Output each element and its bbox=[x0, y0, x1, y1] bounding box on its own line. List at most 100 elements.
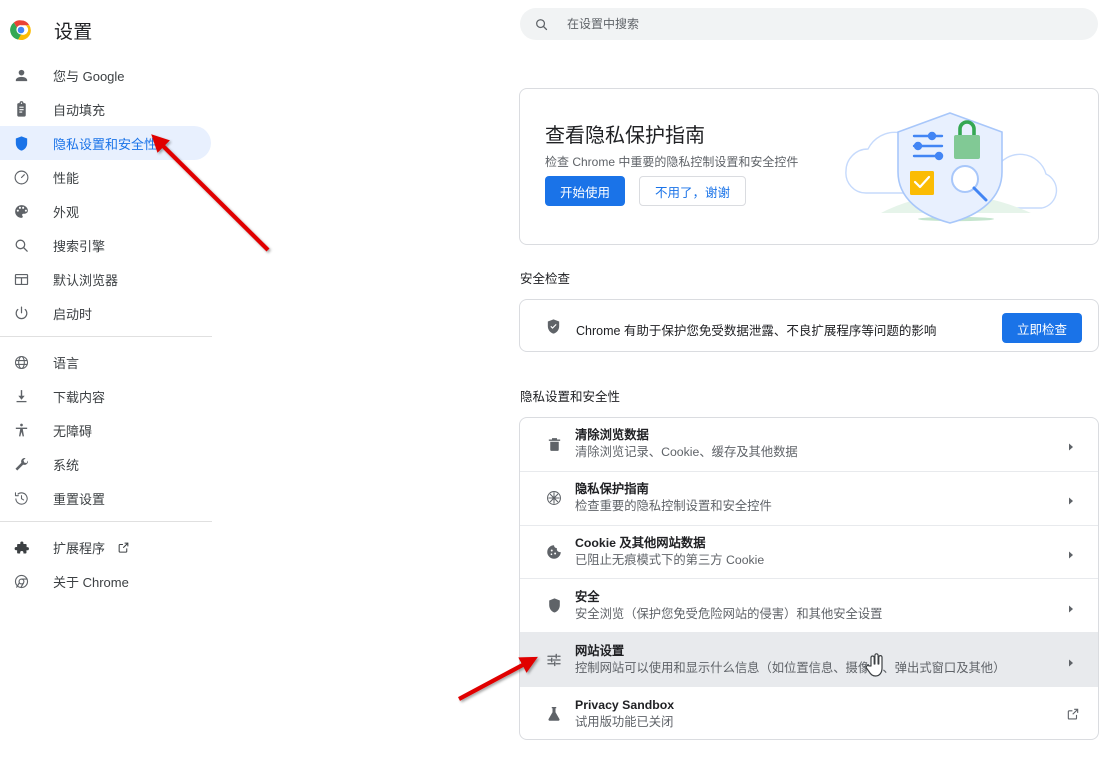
sidebar-item-you-and-google[interactable]: 您与 Google bbox=[0, 58, 520, 92]
external-link-icon[interactable] bbox=[1066, 707, 1080, 721]
privacy-row-subtitle: 试用版功能已关闭 bbox=[575, 714, 674, 729]
sidebar-item-extensions[interactable]: 扩展程序 bbox=[0, 530, 520, 564]
sidebar-item-label: 性能 bbox=[53, 170, 80, 186]
privacy-guide-icon bbox=[544, 488, 564, 508]
promo-description: 检查 Chrome 中重要的隐私控制设置和安全控件 bbox=[545, 155, 799, 169]
sidebar: 设置 您与 Google 自动填充 隐私设置和安全性 性能 外观 搜索引擎 默认… bbox=[0, 0, 520, 758]
app-header: 设置 bbox=[0, 8, 92, 52]
sidebar-item-label: 隐私设置和安全性 bbox=[53, 136, 158, 152]
sidebar-divider-2 bbox=[0, 521, 212, 522]
cookie-icon bbox=[544, 542, 564, 562]
sidebar-item-label: 搜索引擎 bbox=[53, 238, 106, 254]
safety-check-text: Chrome 有助于保护您免受数据泄露、不良扩展程序等问题的影响 bbox=[576, 324, 937, 338]
privacy-row-security[interactable]: 安全 安全浏览（保护您免受危险网站的侵害）和其他安全设置 bbox=[520, 579, 1098, 634]
privacy-row-cookies[interactable]: Cookie 及其他网站数据 已阻止无痕模式下的第三方 Cookie bbox=[520, 526, 1098, 580]
privacy-settings-list: 清除浏览数据 清除浏览记录、Cookie、缓存及其他数据 隐私保护指南 检查重要… bbox=[519, 417, 1099, 740]
sidebar-item-performance[interactable]: 性能 bbox=[0, 160, 520, 194]
privacy-row-title: 清除浏览数据 bbox=[575, 428, 649, 443]
sidebar-item-label: 外观 bbox=[53, 204, 80, 220]
page-title: 设置 bbox=[54, 21, 93, 43]
chevron-right-icon[interactable] bbox=[1066, 601, 1076, 613]
sidebar-item-reset-settings[interactable]: 重置设置 bbox=[0, 481, 520, 515]
promo-actions: 开始使用 不用了，谢谢 bbox=[545, 176, 747, 206]
sidebar-item-about-chrome[interactable]: 关于 Chrome bbox=[0, 564, 520, 598]
privacy-row-title: 隐私保护指南 bbox=[575, 482, 649, 497]
privacy-row-title: Privacy Sandbox bbox=[575, 697, 675, 712]
safety-check-section-label: 安全检查 bbox=[520, 272, 571, 286]
sidebar-item-label: 系统 bbox=[53, 457, 80, 473]
shield-icon bbox=[11, 133, 31, 153]
privacy-section-label: 隐私设置和安全性 bbox=[520, 390, 621, 404]
safety-check-card: Chrome 有助于保护您免受数据泄露、不良扩展程序等问题的影响 立即检查 bbox=[519, 299, 1099, 352]
settings-page: 设置 您与 Google 自动填充 隐私设置和安全性 性能 外观 搜索引擎 默认… bbox=[0, 0, 1108, 758]
person-icon bbox=[11, 65, 31, 85]
promo-get-started-button[interactable]: 开始使用 bbox=[545, 176, 626, 206]
promo-no-thanks-button[interactable]: 不用了，谢谢 bbox=[639, 176, 747, 206]
sidebar-item-label: 无障碍 bbox=[53, 423, 93, 439]
chrome-logo-icon bbox=[11, 571, 31, 591]
privacy-row-subtitle: 检查重要的隐私控制设置和安全控件 bbox=[575, 499, 772, 514]
privacy-guide-promo-card: 查看隐私保护指南 检查 Chrome 中重要的隐私控制设置和安全控件 开始使用 … bbox=[519, 88, 1099, 245]
sidebar-item-downloads[interactable]: 下载内容 bbox=[0, 379, 520, 413]
palette-icon bbox=[11, 201, 31, 221]
sidebar-item-accessibility[interactable]: 无障碍 bbox=[0, 413, 520, 447]
sidebar-divider-1 bbox=[0, 336, 212, 337]
sidebar-item-default-browser[interactable]: 默认浏览器 bbox=[0, 262, 520, 296]
browser-icon bbox=[11, 269, 31, 289]
sidebar-item-system[interactable]: 系统 bbox=[0, 447, 520, 481]
sidebar-item-privacy-and-security[interactable]: 隐私设置和安全性 bbox=[0, 126, 211, 160]
search-input[interactable] bbox=[565, 16, 1049, 32]
shield-icon bbox=[544, 596, 564, 616]
download-icon bbox=[11, 386, 31, 406]
chevron-right-icon[interactable] bbox=[1066, 655, 1076, 667]
privacy-shield-illustration bbox=[826, 93, 1096, 243]
sidebar-item-autofill[interactable]: 自动填充 bbox=[0, 92, 520, 126]
privacy-row-site-settings[interactable]: 网站设置 控制网站可以使用和显示什么信息（如位置信息、摄像头、弹出式窗口及其他） bbox=[520, 633, 1098, 687]
privacy-row-subtitle: 安全浏览（保护您免受危险网站的侵害）和其他安全设置 bbox=[575, 606, 883, 621]
promo-title: 查看隐私保护指南 bbox=[545, 125, 705, 147]
safety-check-now-button[interactable]: 立即检查 bbox=[1001, 313, 1082, 343]
sidebar-item-label: 启动时 bbox=[53, 306, 93, 322]
privacy-row-title: 安全 bbox=[575, 589, 600, 604]
sidebar-item-label: 语言 bbox=[53, 355, 80, 371]
sidebar-item-on-startup[interactable]: 启动时 bbox=[0, 296, 520, 330]
privacy-row-privacy-guide[interactable]: 隐私保护指南 检查重要的隐私控制设置和安全控件 bbox=[520, 472, 1098, 526]
sidebar-item-label: 重置设置 bbox=[53, 491, 106, 507]
sidebar-item-label: 默认浏览器 bbox=[53, 272, 119, 288]
shield-check-icon bbox=[545, 318, 562, 335]
privacy-row-title: 网站设置 bbox=[575, 643, 625, 658]
performance-icon bbox=[11, 167, 31, 187]
privacy-row-clear-browsing-data[interactable]: 清除浏览数据 清除浏览记录、Cookie、缓存及其他数据 bbox=[520, 418, 1098, 472]
privacy-row-privacy-sandbox[interactable]: Privacy Sandbox 试用版功能已关闭 bbox=[520, 687, 1098, 739]
sidebar-item-label: 关于 Chrome bbox=[53, 574, 129, 590]
sidebar-item-languages[interactable]: 语言 bbox=[0, 345, 520, 379]
privacy-row-subtitle: 清除浏览记录、Cookie、缓存及其他数据 bbox=[575, 445, 798, 460]
history-icon bbox=[11, 488, 31, 508]
sidebar-nav: 您与 Google 自动填充 隐私设置和安全性 性能 外观 搜索引擎 默认浏览器… bbox=[0, 58, 520, 598]
privacy-row-title: Cookie 及其他网站数据 bbox=[575, 535, 706, 550]
search-icon bbox=[534, 17, 549, 32]
power-icon bbox=[11, 303, 31, 323]
chrome-logo-icon bbox=[10, 19, 32, 41]
flask-icon bbox=[544, 704, 564, 724]
globe-icon bbox=[11, 352, 31, 372]
chevron-right-icon[interactable] bbox=[1066, 547, 1076, 559]
chevron-right-icon[interactable] bbox=[1066, 439, 1076, 451]
main-content: 查看隐私保护指南 检查 Chrome 中重要的隐私控制设置和安全控件 开始使用 … bbox=[510, 0, 1108, 758]
external-link-icon[interactable] bbox=[117, 541, 130, 554]
sidebar-item-search-engine[interactable]: 搜索引擎 bbox=[0, 228, 520, 262]
sidebar-item-label: 您与 Google bbox=[53, 68, 125, 84]
puzzle-icon bbox=[11, 537, 31, 557]
sidebar-item-label: 下载内容 bbox=[53, 389, 106, 405]
chevron-right-icon[interactable] bbox=[1066, 493, 1076, 505]
privacy-row-subtitle: 已阻止无痕模式下的第三方 Cookie bbox=[575, 552, 765, 567]
tune-icon bbox=[544, 650, 564, 670]
privacy-row-subtitle: 控制网站可以使用和显示什么信息（如位置信息、摄像头、弹出式窗口及其他） bbox=[575, 660, 1006, 675]
sidebar-item-appearance[interactable]: 外观 bbox=[0, 194, 520, 228]
search-bar[interactable] bbox=[520, 8, 1098, 40]
sidebar-item-label: 扩展程序 bbox=[53, 540, 106, 556]
wrench-icon bbox=[11, 454, 31, 474]
trash-icon bbox=[544, 434, 564, 454]
accessibility-icon bbox=[11, 420, 31, 440]
sidebar-item-label: 自动填充 bbox=[53, 102, 106, 118]
